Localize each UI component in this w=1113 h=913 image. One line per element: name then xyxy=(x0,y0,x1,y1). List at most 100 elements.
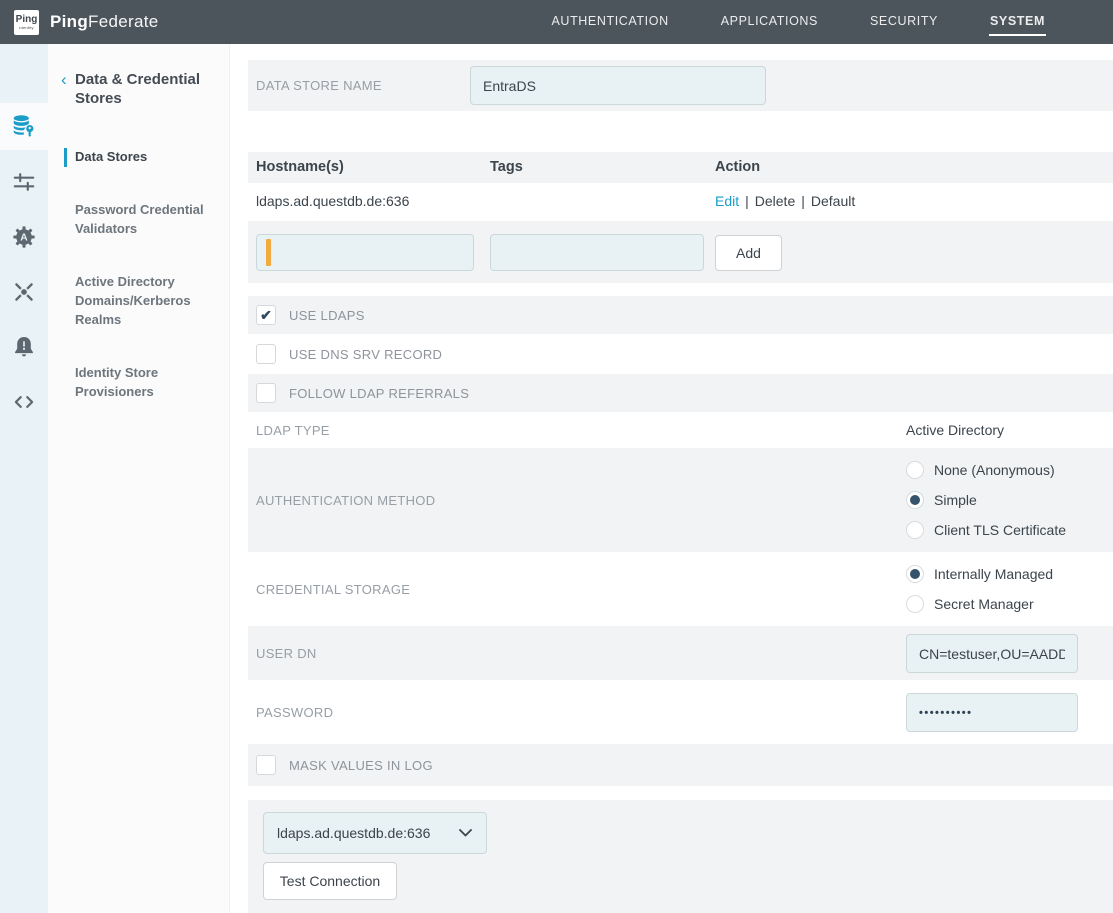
sidebar-items: Data Stores Password Credential Validato… xyxy=(48,147,229,401)
radio-option-simple[interactable]: Simple xyxy=(906,485,1066,515)
credential-storage-label: CREDENTIAL STORAGE xyxy=(248,582,410,597)
sidebar-item-label: Data Stores xyxy=(75,149,147,164)
use-ldaps-label: USE LDAPS xyxy=(289,308,365,323)
code-brackets-icon[interactable] xyxy=(11,389,37,415)
new-tags-input[interactable] xyxy=(490,234,704,271)
sidebar-item-ad-domains-kerberos-realms[interactable]: Active Directory Domains/Kerberos Realms xyxy=(48,272,229,329)
active-indicator-bar xyxy=(64,148,67,167)
radio-label: Simple xyxy=(934,492,977,508)
data-store-name-input[interactable] xyxy=(470,66,766,105)
action-separator: | xyxy=(745,193,749,209)
password-row: PASSWORD xyxy=(248,680,1113,744)
app-title: PingFederate xyxy=(50,12,158,32)
icon-rail: A xyxy=(0,44,48,913)
mask-values-in-log-row: ✔ MASK VALUES IN LOG xyxy=(248,744,1113,786)
data-stores-icon[interactable] xyxy=(11,113,37,139)
radio-option-client-tls-certificate[interactable]: Client TLS Certificate xyxy=(906,515,1066,545)
add-button[interactable]: Add xyxy=(715,235,782,271)
radio-button[interactable] xyxy=(906,595,924,613)
delete-link[interactable]: Delete xyxy=(755,193,795,209)
use-ldaps-row: ✔ USE LDAPS xyxy=(248,296,1113,334)
user-dn-row: USER DN xyxy=(248,626,1113,680)
authentication-method-label: AUTHENTICATION METHOD xyxy=(248,493,435,508)
radio-option-none-anonymous[interactable]: None (Anonymous) xyxy=(906,455,1066,485)
tab-authentication[interactable]: AUTHENTICATION xyxy=(551,9,670,36)
tab-security[interactable]: SECURITY xyxy=(869,9,939,36)
radio-label: Internally Managed xyxy=(934,566,1053,582)
action-separator: | xyxy=(801,193,805,209)
radio-label: None (Anonymous) xyxy=(934,462,1055,478)
default-link[interactable]: Default xyxy=(811,193,855,209)
alert-bell-icon[interactable] xyxy=(11,334,37,360)
hostname-table-header: Hostname(s) Tags Action xyxy=(248,152,1113,183)
checkmark-icon: ✔ xyxy=(260,308,272,322)
header-action: Action xyxy=(715,152,760,183)
sidebar-item-label: Identity Store Provisioners xyxy=(75,365,158,399)
password-input[interactable] xyxy=(906,693,1078,732)
sidebar-item-label: Active Directory Domains/Kerberos Realms xyxy=(75,274,191,327)
gear-automation-icon[interactable]: A xyxy=(11,224,37,250)
radio-option-internally-managed[interactable]: Internally Managed xyxy=(906,559,1053,589)
sidebar-item-data-stores[interactable]: Data Stores xyxy=(48,147,229,166)
radio-button[interactable] xyxy=(906,565,924,583)
hostname-table-row: ldaps.ad.questdb.de:636 Edit | Delete | Defa… xyxy=(248,183,1113,221)
credential-storage-options: Internally Managed Secret Manager xyxy=(906,559,1053,619)
mask-values-in-log-label: MASK VALUES IN LOG xyxy=(289,758,433,773)
sidebar-item-password-credential-validators[interactable]: Password Credential Validators xyxy=(48,200,229,238)
hostname-value: ldaps.ad.questdb.de:636 xyxy=(256,183,409,219)
add-hostname-row: Add xyxy=(248,221,1113,283)
top-navigation: AUTHENTICATION APPLICATIONS SECURITY SYS… xyxy=(551,9,1113,36)
data-store-name-label: DATA STORE NAME xyxy=(248,78,382,93)
required-field-caret xyxy=(266,239,271,266)
tab-system[interactable]: SYSTEM xyxy=(989,9,1046,36)
ldap-type-value: Active Directory xyxy=(906,422,1004,438)
test-connection-button[interactable]: Test Connection xyxy=(263,862,397,900)
mask-values-in-log-checkbox[interactable]: ✔ xyxy=(256,755,276,775)
edit-link[interactable]: Edit xyxy=(715,193,739,209)
hostname-select-dropdown[interactable]: ldaps.ad.questdb.de:636 xyxy=(263,812,487,854)
logo-subtext: Identity xyxy=(19,25,34,30)
use-dns-srv-record-row: ✔ USE DNS SRV RECORD xyxy=(248,334,1113,374)
ldap-type-row: LDAP TYPE Active Directory xyxy=(248,412,1113,448)
sliders-icon[interactable] xyxy=(11,169,37,195)
main-content: DATA STORE NAME Hostname(s) Tags Action … xyxy=(230,44,1113,913)
radio-button[interactable] xyxy=(906,461,924,479)
use-dns-srv-record-checkbox[interactable]: ✔ xyxy=(256,344,276,364)
chevron-down-icon xyxy=(459,829,472,837)
header-tags: Tags xyxy=(490,152,523,183)
app-title-light: Federate xyxy=(88,12,158,31)
radio-label: Client TLS Certificate xyxy=(934,522,1066,538)
back-chevron-icon[interactable]: ‹ xyxy=(61,71,67,88)
credential-storage-row: CREDENTIAL STORAGE Internally Managed Se… xyxy=(248,552,1113,626)
row-actions: Edit | Delete | Default xyxy=(715,183,855,219)
tab-applications[interactable]: APPLICATIONS xyxy=(720,9,819,36)
password-label: PASSWORD xyxy=(248,705,333,720)
radio-button[interactable] xyxy=(906,521,924,539)
follow-ldap-referrals-label: FOLLOW LDAP REFERRALS xyxy=(289,386,469,401)
data-store-name-row: DATA STORE NAME xyxy=(248,60,1113,111)
sidebar-item-identity-store-provisioners[interactable]: Identity Store Provisioners xyxy=(48,363,229,401)
top-bar: Ping Identity PingFederate AUTHENTICATIO… xyxy=(0,0,1113,44)
new-hostname-input[interactable] xyxy=(256,234,474,271)
network-nodes-icon[interactable] xyxy=(11,279,37,305)
ping-identity-logo[interactable]: Ping Identity xyxy=(14,10,39,35)
user-dn-label: USER DN xyxy=(248,646,317,661)
use-ldaps-checkbox[interactable]: ✔ xyxy=(256,305,276,325)
authentication-method-options: None (Anonymous) Simple Client TLS Certi… xyxy=(906,455,1066,545)
use-dns-srv-record-label: USE DNS SRV RECORD xyxy=(289,347,442,362)
authentication-method-row: AUTHENTICATION METHOD None (Anonymous) S… xyxy=(248,448,1113,552)
ldap-type-label: LDAP TYPE xyxy=(248,423,330,438)
svg-text:A: A xyxy=(20,233,28,244)
sidebar: ‹ Data & Credential Stores Data Stores P… xyxy=(48,44,230,913)
header-hostnames: Hostname(s) xyxy=(256,152,344,183)
connection-test-panel: ldaps.ad.questdb.de:636 Test Connection xyxy=(248,800,1113,913)
follow-ldap-referrals-checkbox[interactable]: ✔ xyxy=(256,383,276,403)
user-dn-input[interactable] xyxy=(906,634,1078,673)
radio-button[interactable] xyxy=(906,491,924,509)
sidebar-title: Data & Credential Stores xyxy=(75,70,215,108)
follow-ldap-referrals-row: ✔ FOLLOW LDAP REFERRALS xyxy=(248,374,1113,412)
radio-option-secret-manager[interactable]: Secret Manager xyxy=(906,589,1053,619)
logo-text: Ping xyxy=(16,15,38,25)
sidebar-item-label: Password Credential Validators xyxy=(75,202,204,236)
app-title-bold: Ping xyxy=(50,12,88,31)
